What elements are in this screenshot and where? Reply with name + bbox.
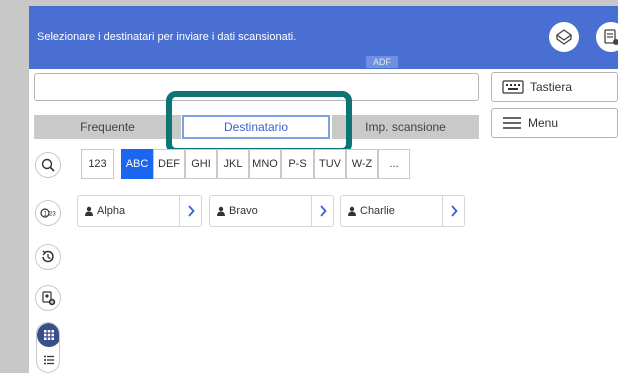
adf-badge: ADF — [366, 56, 398, 68]
history-button[interactable] — [35, 244, 61, 270]
search-button[interactable] — [35, 152, 61, 178]
index-p-s[interactable]: P-S — [281, 149, 314, 179]
contact-name-wrap: Charlie — [341, 205, 442, 217]
hamburger-icon — [502, 116, 522, 130]
person-icon — [217, 206, 225, 216]
index-w-z[interactable]: W-Z — [346, 149, 378, 179]
keyboard-button-label: Tastiera — [530, 80, 573, 94]
contact-details-button[interactable] — [442, 196, 464, 226]
keyboard-button[interactable]: Tastiera — [491, 72, 618, 102]
index-tuv[interactable]: TUV — [314, 149, 346, 179]
chevron-right-icon — [187, 205, 195, 217]
scan-settings-button[interactable] — [596, 22, 618, 52]
preview-button[interactable] — [549, 22, 579, 52]
person-icon — [85, 206, 93, 216]
grid-view-option[interactable] — [37, 323, 59, 347]
contact-name-wrap: Bravo — [210, 205, 311, 217]
svg-text:23: 23 — [49, 212, 56, 218]
contact-name: Charlie — [360, 205, 395, 217]
keyboard-icon — [502, 80, 524, 94]
contact-card[interactable]: Alpha — [77, 195, 202, 227]
add-contact-button[interactable] — [35, 285, 61, 311]
contact-card[interactable]: Charlie — [340, 195, 465, 227]
index-123[interactable]: 123 — [81, 149, 114, 179]
list-view-option[interactable] — [37, 347, 59, 372]
index-abc[interactable]: ABC — [121, 149, 153, 179]
contact-details-button[interactable] — [179, 196, 201, 226]
menu-button[interactable]: Menu — [491, 108, 618, 138]
list-icon — [44, 355, 54, 365]
document-settings-icon — [604, 29, 618, 45]
contact-details-button[interactable] — [311, 196, 333, 226]
index-jkl[interactable]: JKL — [217, 149, 249, 179]
instruction-text: Selezionare i destinatari per inviare i … — [37, 31, 297, 43]
header-bar: Selezionare i destinatari per inviare i … — [29, 6, 618, 69]
numeric-search-icon: 1 23 — [40, 208, 56, 218]
history-icon — [42, 250, 54, 263]
device-bezel: Selezionare i destinatari per inviare i … — [0, 0, 618, 373]
contact-name: Bravo — [229, 205, 258, 217]
grid-icon — [44, 330, 54, 340]
index-more[interactable]: ... — [378, 149, 410, 179]
view-toggle[interactable] — [36, 322, 60, 373]
chevron-right-icon — [450, 205, 458, 217]
contact-name: Alpha — [97, 205, 126, 217]
contact-name-wrap: Alpha — [78, 205, 179, 217]
numeric-search-button[interactable]: 1 23 — [35, 200, 61, 226]
person-icon — [348, 206, 356, 216]
tab-imp-scansione[interactable]: Imp. scansione — [332, 115, 479, 139]
chevron-right-icon — [319, 205, 327, 217]
index-ghi[interactable]: GHI — [185, 149, 217, 179]
menu-button-label: Menu — [528, 116, 559, 130]
search-icon — [41, 158, 55, 172]
index-def[interactable]: DEF — [153, 149, 185, 179]
contact-card[interactable]: Bravo — [209, 195, 334, 227]
touch-screen: Selezionare i destinatari per inviare i … — [29, 6, 618, 373]
index-mno[interactable]: MNO — [249, 149, 281, 179]
tab-highlight-frame — [166, 91, 352, 154]
add-contact-icon — [42, 291, 56, 306]
tab-frequente[interactable]: Frequente — [34, 115, 181, 139]
scan-preview-icon — [555, 29, 573, 45]
